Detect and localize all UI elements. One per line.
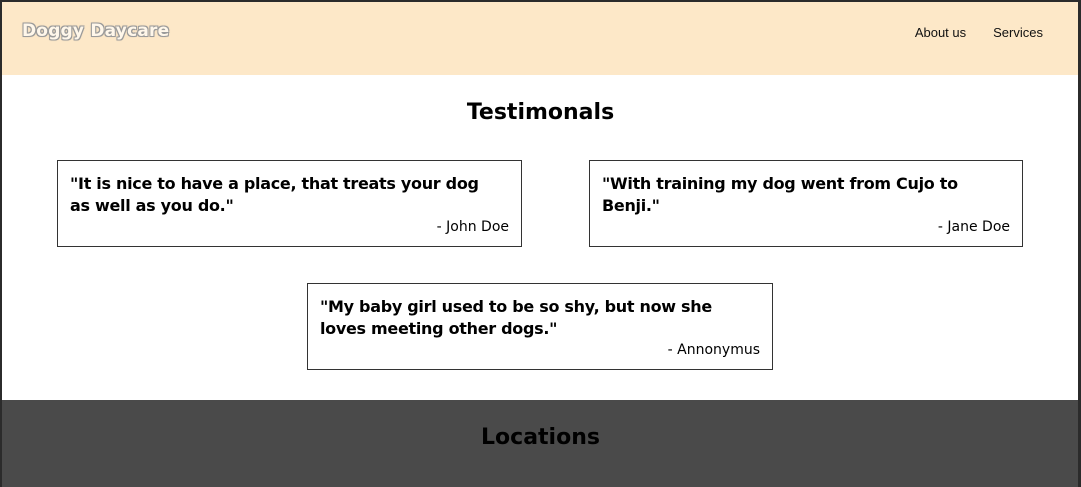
testimonials-heading: Testimonals xyxy=(466,100,615,125)
testimonial-quote: "It is nice to have a place, that treats… xyxy=(70,174,479,215)
testimonial-card: "My baby girl used to be so shy, but now… xyxy=(307,283,773,370)
testimonial-author: - Jane Doe xyxy=(937,219,1010,235)
main-nav: About us Services xyxy=(915,25,1043,40)
site-logo[interactable]: Doggy Daycare xyxy=(22,21,169,41)
testimonial-quote: "With training my dog went from Cujo to … xyxy=(602,174,958,215)
testimonial-author: - John Doe xyxy=(436,219,509,235)
nav-link-services[interactable]: Services xyxy=(993,25,1043,40)
locations-heading: Locations xyxy=(481,425,600,450)
site-header: Doggy Daycare About us Services xyxy=(0,0,1081,75)
testimonial-card: "It is nice to have a place, that treats… xyxy=(57,160,522,247)
testimonial-quote: "My baby girl used to be so shy, but now… xyxy=(320,297,712,338)
testimonial-author: - Annonymus xyxy=(667,342,760,358)
testimonial-card: "With training my dog went from Cujo to … xyxy=(589,160,1023,247)
nav-link-about-us[interactable]: About us xyxy=(915,25,966,40)
